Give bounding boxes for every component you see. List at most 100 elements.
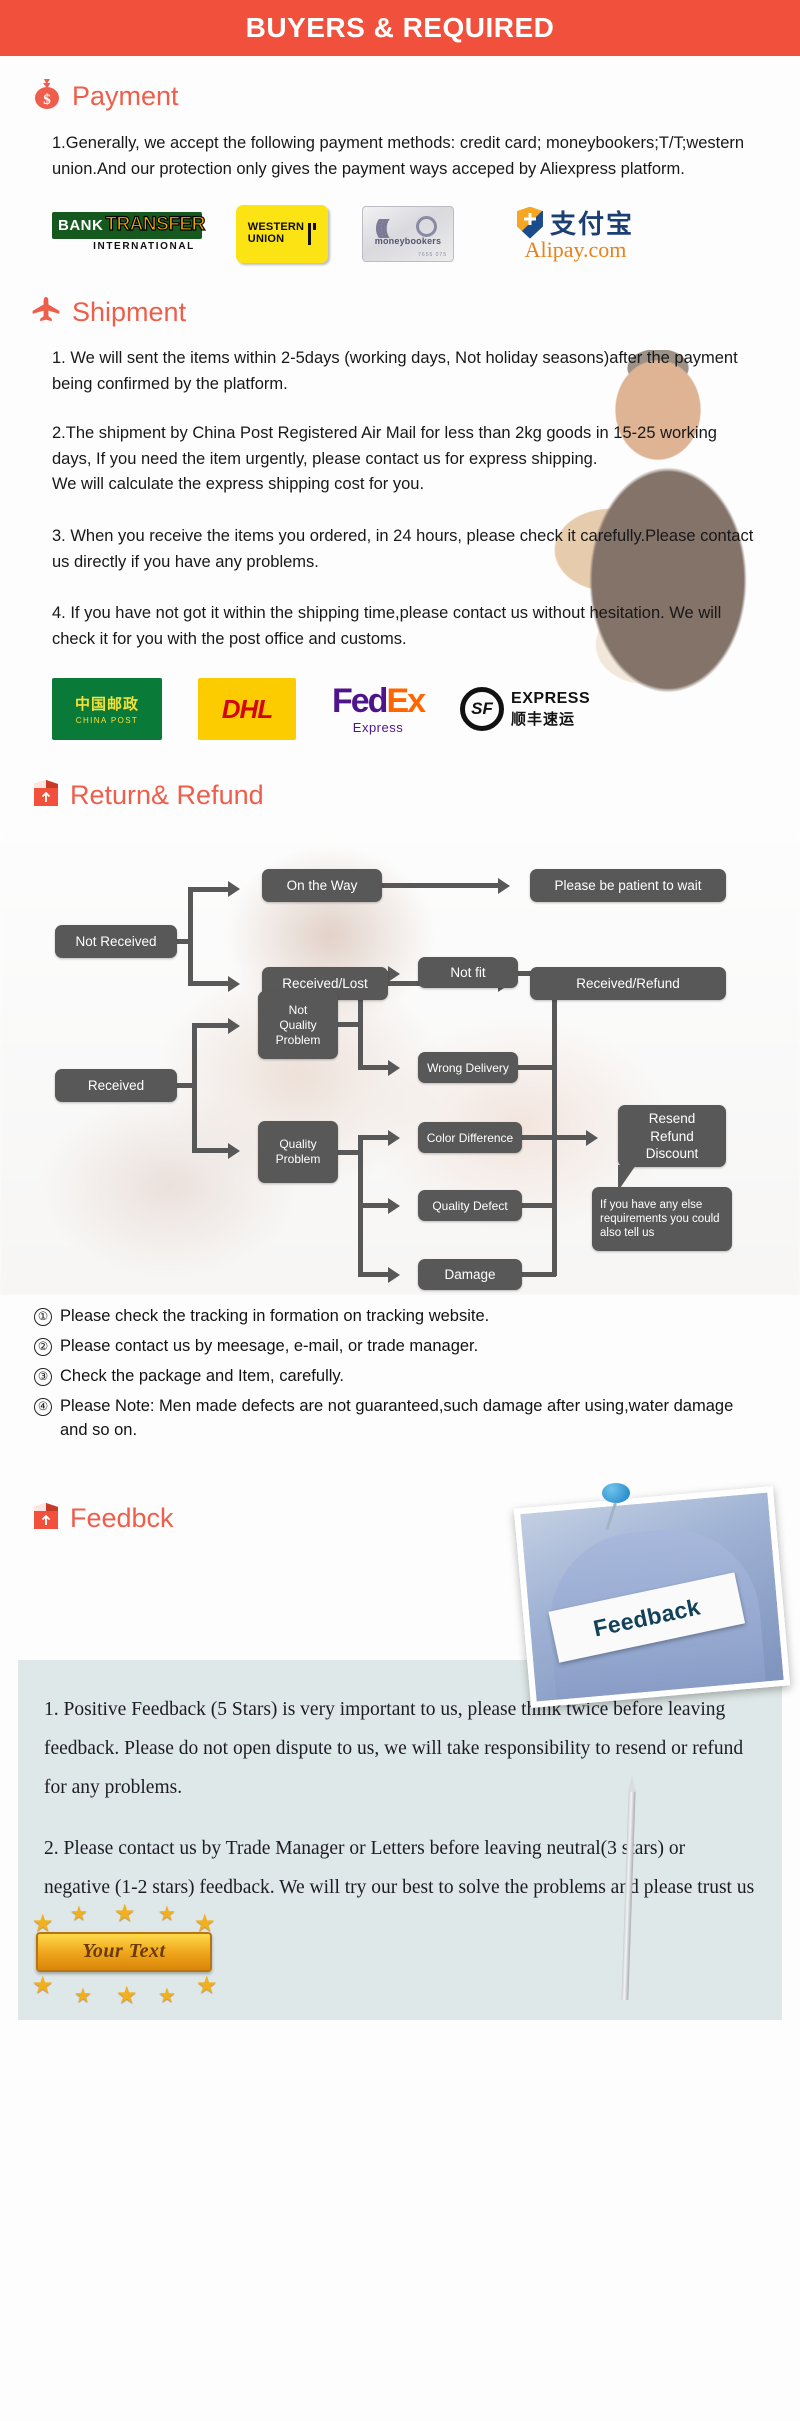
list-marker: ② — [34, 1338, 52, 1357]
list-item: ③ Check the package and Item, carefully. — [34, 1365, 760, 1389]
list-item-text: Check the package and Item, carefully. — [60, 1367, 345, 1386]
china-post-logo: 中国邮政 CHINA POST — [52, 678, 162, 741]
list-item: ② Please contact us by meesage, e-mail, … — [34, 1335, 760, 1359]
list-marker: ① — [34, 1308, 52, 1327]
flow-node-resend-refund-discount: Resend Refund Discount — [618, 1105, 726, 1168]
page-banner: BUYERS & REQUIRED — [0, 0, 800, 56]
china-post-chinese: 中国邮政 — [74, 695, 139, 714]
flow-node-on-the-way: On the Way — [262, 869, 382, 903]
flow-node-damage: Damage — [418, 1259, 522, 1291]
flow-arrow — [388, 966, 400, 983]
feedback-photo-caption: Feedback — [590, 1592, 703, 1641]
bank-transfer-word-international: INTERNATIONAL — [93, 240, 195, 252]
flow-arrow — [388, 1130, 400, 1147]
flow-node-quality-defect: Quality Defect — [418, 1190, 522, 1222]
section-title-return-refund: Return& Refund — [70, 780, 264, 811]
section-title-feedback: Feedbck — [70, 1502, 174, 1533]
list-marker: ④ — [34, 1397, 52, 1416]
feedback-box-icon — [32, 1501, 60, 1536]
flow-node-not-fit: Not fit — [418, 957, 518, 989]
dhl-logo: DHL — [198, 678, 296, 741]
fedex-logo: FedEx Express — [332, 681, 426, 735]
flow-line — [552, 1135, 590, 1141]
flow-arrow — [388, 1267, 400, 1284]
flow-node-quality-problem: Quality Problem — [258, 1121, 338, 1184]
bank-transfer-word-transfer: TRANSFER — [105, 214, 206, 236]
flow-line — [382, 883, 500, 889]
flow-arrow — [388, 1198, 400, 1215]
feedback-photo: Feedback — [513, 1485, 791, 1708]
flow-line — [358, 1135, 390, 1141]
flow-line — [358, 1272, 390, 1278]
alipay-logo: 支付宝 Alipay.com — [488, 204, 663, 263]
money-bag-icon: $ — [32, 78, 62, 115]
bank-transfer-word-bank: BANK — [58, 216, 104, 234]
promo-page: BUYERS & REQUIRED $ Payment 1.Generally,… — [0, 0, 800, 2421]
section-title-shipment: Shipment — [72, 297, 187, 328]
list-item-text: Please contact us by meesage, e-mail, or… — [60, 1337, 479, 1356]
sf-badge-icon: SF — [460, 687, 505, 732]
flow-arrow — [228, 881, 240, 898]
western-union-line1: WESTERN — [247, 220, 305, 233]
flow-line — [358, 1203, 390, 1209]
alipay-domain: Alipay.com — [524, 237, 627, 263]
flow-line — [192, 1023, 197, 1154]
fedex-express-word: Express — [352, 719, 404, 735]
page-title: BUYERS & REQUIRED — [245, 12, 555, 43]
flow-callout-tail — [618, 1165, 636, 1192]
alipay-chinese-name: 支付宝 — [549, 210, 634, 241]
western-union-logo: WESTERN UNION — [236, 204, 328, 263]
stamp-text: Your Text — [82, 1940, 166, 1963]
your-text-stamp: ★ ★ ★ ★ ★ ★ ★ ★ ★ ★ Your Text — [32, 1899, 218, 2009]
moneybookers-name: moneybookers — [374, 235, 442, 246]
list-item: ④ Please Note: Men made defects are not … — [34, 1395, 760, 1443]
flow-line — [518, 1203, 556, 1209]
return-flowchart: On the Way Please be patient to wait Not… — [0, 825, 800, 1296]
push-pin-icon — [602, 1482, 632, 1530]
flow-arrow — [228, 976, 240, 993]
flow-node-extra-requirements-tip: If you have any else requirements you co… — [592, 1187, 732, 1252]
list-item: ① Please check the tracking in formation… — [34, 1305, 760, 1329]
flow-line — [188, 887, 230, 893]
western-union-bars-icon — [308, 222, 317, 245]
flow-node-not-received: Not Received — [55, 925, 177, 959]
feedback-paragraph-2: 2. Please contact us by Trade Manager or… — [44, 1837, 755, 1898]
section-header-shipment: Shipment — [0, 273, 800, 336]
flow-node-color-difference: Color Difference — [418, 1122, 522, 1154]
alipay-shield-icon — [516, 206, 543, 239]
shipment-paragraph-1: 1. We will sent the items within 2-5days… — [52, 349, 738, 393]
flow-arrow — [228, 1018, 240, 1035]
flow-node-received-refund: Received/Refund — [530, 967, 726, 1001]
svg-text:$: $ — [43, 92, 51, 108]
section-header-payment: $ Payment — [0, 56, 800, 121]
flow-node-please-be-patient: Please be patient to wait — [530, 869, 726, 903]
feedback-paragraph-1: 1. Positive Feedback (5 Stars) is very i… — [44, 1698, 744, 1798]
airplane-icon — [32, 295, 62, 330]
feedback-section: Feedbck Feedback 1. Positive Feedback (5… — [0, 1461, 800, 2020]
flow-arrow — [228, 1143, 240, 1160]
flow-node-received: Received — [55, 1069, 177, 1103]
shipment-paragraph-2: 2.The shipment by China Post Registered … — [52, 424, 717, 494]
flow-line — [518, 1065, 556, 1071]
payment-paragraph: 1.Generally, we accept the following pay… — [52, 134, 745, 178]
fedex-ex: Ex — [386, 681, 426, 720]
dhl-wordmark: DHL — [221, 693, 273, 724]
list-item-text: Please Note: Men made defects are not gu… — [60, 1396, 734, 1439]
flow-line — [518, 1135, 556, 1141]
flow-line — [358, 1065, 390, 1071]
payment-logo-row: BANK TRANSFER INTERNATIONAL WESTERN UNIO… — [0, 192, 800, 273]
flow-line — [552, 971, 557, 1277]
return-box-icon — [32, 778, 60, 813]
moneybookers-number: 7655 075 — [418, 251, 447, 258]
return-notes-list: ① Please check the tracking in formation… — [0, 1295, 800, 1443]
flow-line — [188, 981, 230, 987]
section-title-payment: Payment — [72, 81, 179, 111]
moneybookers-logo: (((( moneybookers 7655 075 — [362, 205, 454, 262]
list-item-text: Please check the tracking in formation o… — [60, 1307, 490, 1326]
fedex-fed: Fed — [332, 681, 388, 720]
western-union-line2: UNION — [247, 232, 285, 245]
flow-line — [188, 939, 193, 986]
flow-line — [518, 1272, 556, 1278]
list-marker: ③ — [34, 1368, 52, 1387]
china-post-english: CHINA POST — [75, 716, 139, 726]
